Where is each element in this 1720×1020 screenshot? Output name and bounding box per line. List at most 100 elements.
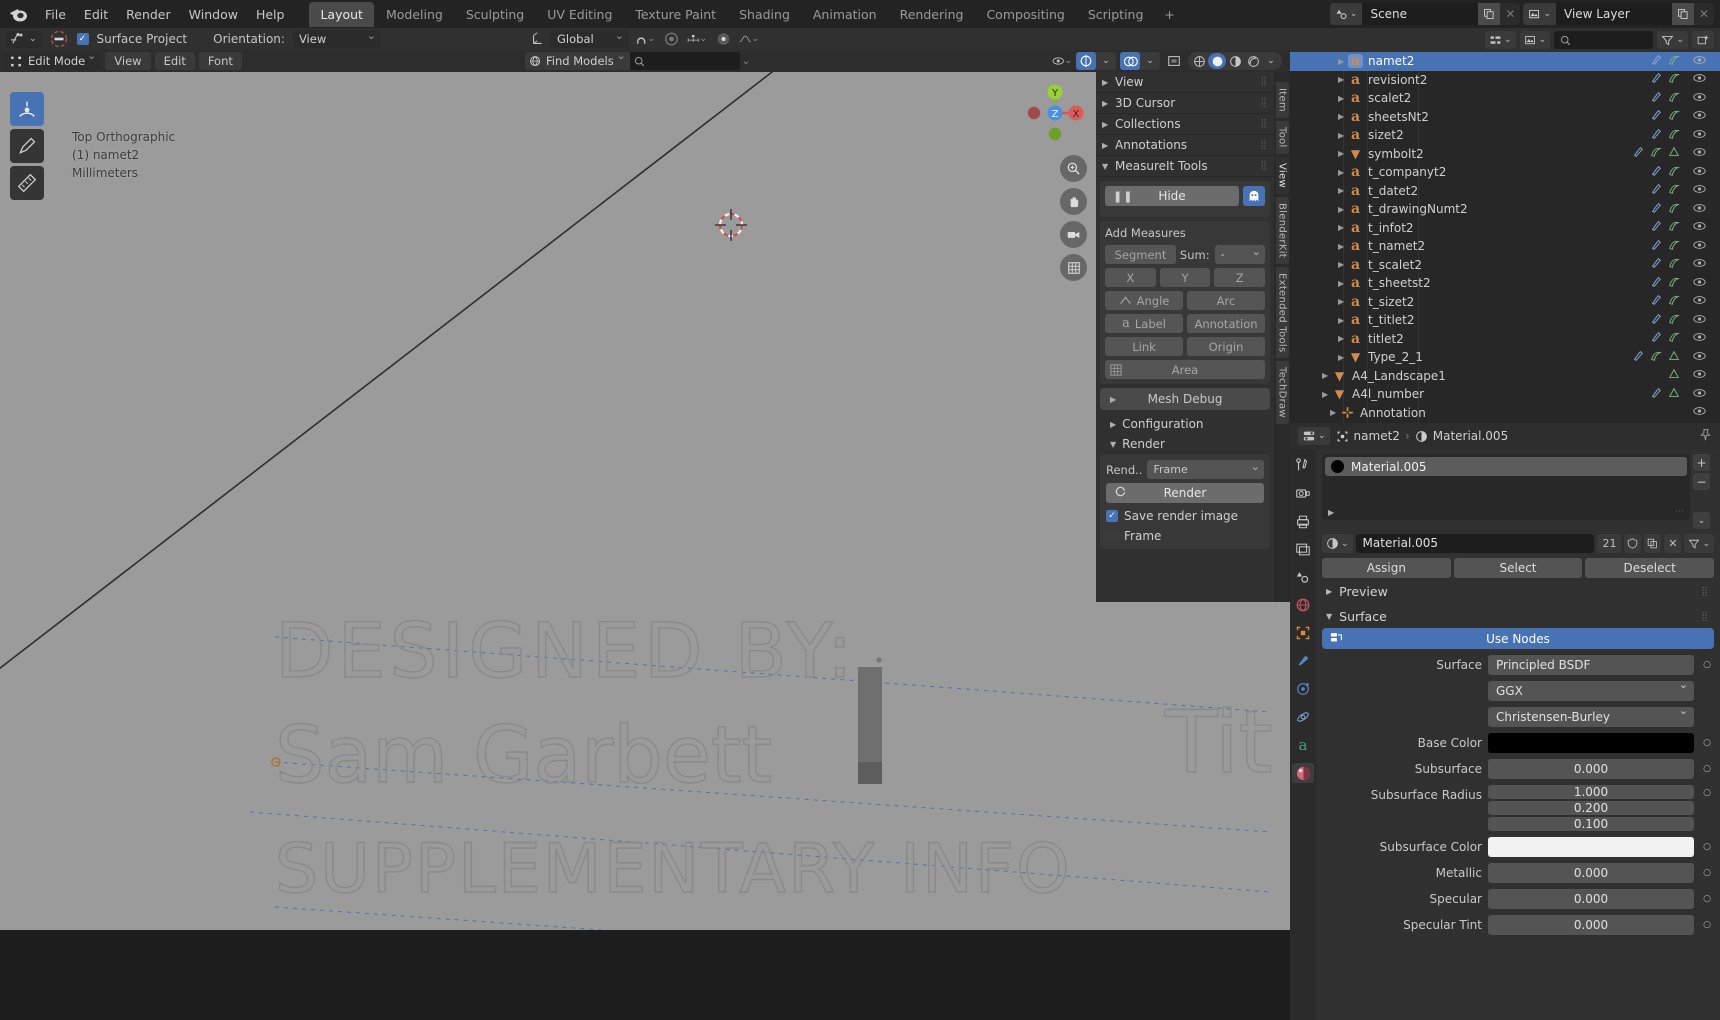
outliner-row-name[interactable]: Annotation	[1360, 406, 1426, 420]
link-socket-icon[interactable]: ○	[1700, 660, 1714, 670]
properties-editor-type-icon[interactable]: ⌄	[1298, 427, 1330, 445]
visibility-eye-icon[interactable]	[1693, 406, 1706, 419]
metallic-value[interactable]: 0.000	[1488, 863, 1694, 883]
modifier-icon[interactable]	[1650, 183, 1662, 198]
unlink-material-icon[interactable]: ✕	[1664, 534, 1682, 553]
modifier-icon[interactable]	[1650, 202, 1662, 217]
outliner-row[interactable]: ▶ ▼ A4l_number	[1290, 385, 1720, 404]
camera-view-button[interactable]	[1060, 221, 1087, 248]
view-layer-icon[interactable]: ⌄	[1523, 3, 1556, 25]
outliner-row-name[interactable]: t_namet2	[1368, 239, 1425, 253]
modifier-icon[interactable]	[1650, 165, 1662, 180]
disclosure-triangle-icon[interactable]: ▶	[1338, 168, 1348, 177]
shading-material-preview[interactable]	[1226, 53, 1244, 69]
material-icon[interactable]	[1668, 350, 1680, 365]
disclosure-triangle-icon[interactable]: ▶	[1338, 242, 1348, 251]
tab-material[interactable]	[1292, 763, 1314, 783]
link-button[interactable]: Link	[1105, 337, 1183, 356]
remove-material-slot-button[interactable]: −	[1693, 473, 1710, 490]
surface-section-header[interactable]: ▼ Surface ⣿	[1322, 603, 1714, 628]
visibility-eye-icon[interactable]	[1693, 388, 1706, 401]
outliner-row[interactable]: ▶ a titlet2	[1290, 330, 1720, 349]
mirror-x-icon[interactable]: ⌄	[687, 30, 707, 48]
workspace-tab-texture-paint[interactable]: Texture Paint	[624, 2, 727, 27]
subsurface-color-swatch[interactable]	[1488, 837, 1694, 857]
material-filter-icon[interactable]: ⌄	[1684, 534, 1714, 553]
outliner-row[interactable]: ▶ a t_datet2	[1290, 182, 1720, 201]
shading-dropdown-icon[interactable]: ⌄	[1262, 53, 1280, 69]
save-render-image-row[interactable]: ✓ Save render image	[1106, 509, 1264, 523]
proportional-edit-icon[interactable]	[661, 30, 681, 48]
outliner-row-name[interactable]: revisiont2	[1368, 73, 1427, 87]
subsurface-radius-x[interactable]: 1.000	[1488, 785, 1694, 799]
object-data-icon[interactable]	[1668, 202, 1680, 217]
link-socket-icon[interactable]: ○	[1700, 868, 1714, 878]
hide-button[interactable]: ❚❚ Hide	[1105, 186, 1239, 206]
workspace-tab-compositing[interactable]: Compositing	[975, 2, 1075, 27]
find-models-search-input[interactable]	[629, 52, 740, 70]
add-material-slot-button[interactable]: +	[1693, 454, 1710, 471]
grip-icon[interactable]: ⋯	[1675, 507, 1684, 517]
falloff-curve-icon[interactable]: ⌄	[739, 30, 759, 48]
workspace-tab-sculpting[interactable]: Sculpting	[455, 2, 535, 27]
visibility-eye-icon[interactable]	[1693, 351, 1706, 364]
arc-button[interactable]: Arc	[1187, 291, 1265, 310]
material-specials-menu-icon[interactable]: ⌄	[1693, 512, 1710, 529]
disclosure-triangle-icon[interactable]: ▶	[1330, 408, 1340, 417]
outliner-row[interactable]: ▶ a t_companyt2	[1290, 163, 1720, 182]
modifier-icon[interactable]	[1650, 276, 1662, 291]
subsurface-radius-y[interactable]: 0.200	[1488, 801, 1694, 815]
scene-icon[interactable]: ⌄	[1329, 3, 1363, 25]
material-name-field[interactable]: Material.005	[1355, 534, 1595, 553]
outliner-row-name[interactable]: namet2	[1368, 54, 1414, 68]
new-scene-icon[interactable]	[1478, 3, 1501, 25]
proportional-toggle-icon[interactable]	[713, 30, 733, 48]
menu-window[interactable]: Window	[180, 4, 247, 25]
show-overlays-toggle[interactable]	[1120, 52, 1140, 70]
area-button[interactable]: Area	[1105, 360, 1265, 379]
modifier-icon[interactable]	[1650, 331, 1662, 346]
outliner-row-name[interactable]: A4l_number	[1352, 387, 1424, 401]
shading-rendered[interactable]	[1244, 53, 1262, 69]
disclosure-triangle-icon[interactable]: ▶	[1338, 112, 1348, 121]
modifier-icon[interactable]	[1650, 128, 1662, 143]
outliner-row-name[interactable]: t_sizet2	[1368, 295, 1414, 309]
disclosure-triangle-icon[interactable]: ▶	[1322, 390, 1332, 399]
visibility-eye-icon[interactable]	[1693, 110, 1706, 123]
mesh-debug-button[interactable]: ▶ Mesh Debug	[1100, 388, 1270, 410]
outliner-row-name[interactable]: sheetsNt2	[1368, 110, 1429, 124]
outliner-row[interactable]: ▶ a t_sizet2	[1290, 293, 1720, 312]
link-socket-icon[interactable]: ○	[1700, 785, 1714, 798]
tab-output[interactable]	[1292, 511, 1314, 531]
material-slot-row[interactable]: Material.005	[1325, 457, 1687, 476]
object-data-icon[interactable]	[1668, 128, 1680, 143]
object-data-icon[interactable]	[1668, 54, 1680, 69]
outliner-new-collection-icon[interactable]	[1692, 31, 1714, 49]
link-socket-icon[interactable]: ○	[1700, 920, 1714, 930]
remove-scene-icon[interactable]: ✕	[1500, 3, 1520, 25]
tool-annotate[interactable]	[10, 129, 44, 163]
outliner-row-name[interactable]: symbolt2	[1368, 147, 1424, 161]
menu-render[interactable]: Render	[117, 4, 180, 25]
outliner-row-list[interactable]: ▶ a namet2 ▶ a revisiont2 ▶ a scalet2 ▶ a sheetsNt2…	[1290, 52, 1720, 423]
base-color-swatch[interactable]	[1488, 733, 1694, 753]
outliner-row-name[interactable]: t_infot2	[1368, 221, 1414, 235]
outliner-row[interactable]: ▶ ▼ Type_2_1	[1290, 348, 1720, 367]
outliner-row-name[interactable]: scalet2	[1368, 91, 1411, 105]
browse-material-icon[interactable]: ⌄	[1322, 534, 1353, 553]
visibility-eye-icon[interactable]	[1693, 55, 1706, 68]
outliner-row-name[interactable]: t_datet2	[1368, 184, 1418, 198]
transform-orientation-select[interactable]: Global	[551, 27, 629, 48]
outliner-row[interactable]: ▶ a t_titlet2	[1290, 311, 1720, 330]
outliner-row-name[interactable]: t_scalet2	[1368, 258, 1422, 272]
menu-help[interactable]: Help	[247, 4, 294, 25]
outliner-row-name[interactable]: titlet2	[1368, 332, 1404, 346]
outliner-row-name[interactable]: sizet2	[1368, 128, 1404, 142]
chevron-right-icon[interactable]: ▶	[1328, 508, 1334, 517]
workspace-tab-uv-editing[interactable]: UV Editing	[536, 2, 623, 27]
npanel-tab-item[interactable]: Item	[1275, 82, 1289, 118]
outliner-row[interactable]: ▶ a revisiont2	[1290, 71, 1720, 90]
outliner-row-name[interactable]: t_drawingNumt2	[1368, 202, 1468, 216]
npanel-tab-tool[interactable]: Tool	[1275, 120, 1289, 154]
object-data-icon[interactable]	[1668, 294, 1680, 309]
